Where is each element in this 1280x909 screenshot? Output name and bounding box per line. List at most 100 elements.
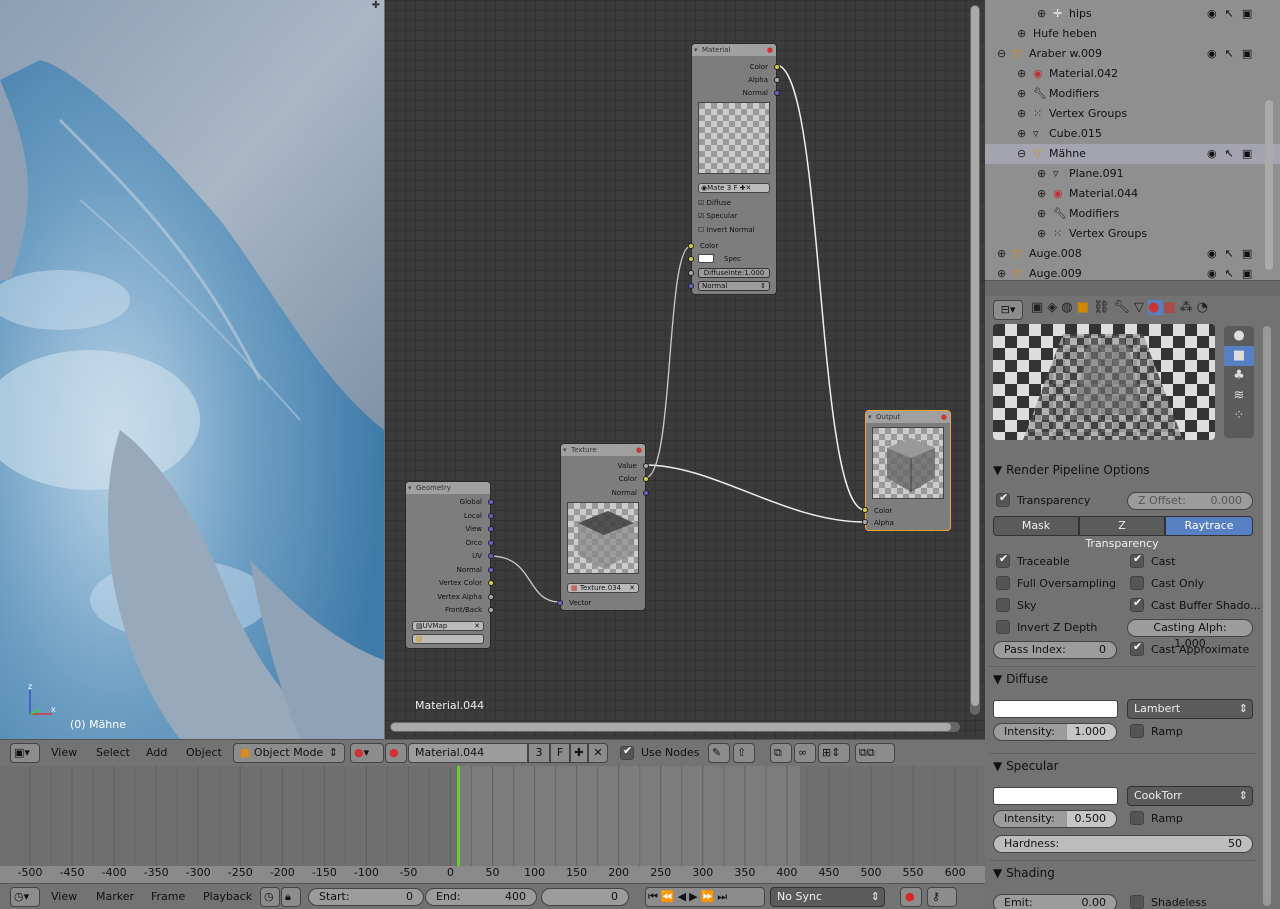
socket-dot[interactable]: [774, 90, 780, 96]
full-oversampling-checkbox[interactable]: [996, 576, 1010, 590]
playback-controls[interactable]: ⏮⏪◀▶⏩⏭: [645, 887, 765, 907]
shading-header[interactable]: ▼ Shading: [993, 863, 1259, 883]
fake-user-button[interactable]: F: [550, 743, 570, 763]
mode-z-transparency-button[interactable]: Z Transparency: [1079, 516, 1165, 550]
diffuse-color-swatch[interactable]: [993, 700, 1118, 718]
output-node[interactable]: Output ● Color Alpha: [862, 410, 951, 531]
material-node[interactable]: Material ● Color Alpha Normal ◉Mate 3 F …: [688, 43, 780, 295]
keying-button[interactable]: ⚷: [927, 887, 957, 907]
material-node-header[interactable]: Material: [692, 44, 776, 56]
visibility-toggles[interactable]: ◉↖▣: [1207, 244, 1260, 264]
uvmap-field[interactable]: ▧UVMap ✕: [412, 621, 484, 631]
cast-buffer-shadows-checkbox[interactable]: [1130, 596, 1144, 612]
users-count[interactable]: 3: [528, 743, 550, 763]
expand-toggle-icon[interactable]: ⊕: [1037, 4, 1046, 24]
expand-toggle-icon[interactable]: ⊕: [1017, 84, 1026, 104]
hardness-field[interactable]: Hardness: 50: [993, 835, 1253, 853]
marker-menu[interactable]: Marker: [96, 890, 134, 903]
socket-dot[interactable]: [488, 512, 494, 519]
frame-menu[interactable]: Frame: [151, 890, 185, 903]
socket-dot[interactable]: [688, 256, 694, 262]
outliner-row[interactable]: ⊕ ▽ Auge.008 ◉↖▣: [985, 244, 1280, 264]
texture-node[interactable]: Texture ● Value Color Normal ▦ Texture.0…: [557, 443, 649, 611]
specular-color-swatch[interactable]: [993, 787, 1118, 805]
editor-type-button[interactable]: ▣▾: [10, 743, 40, 763]
socket-dot[interactable]: [488, 526, 494, 532]
geometry-node[interactable]: Geometry Global Local View Orco UV Normal Vert…: [405, 481, 494, 649]
transparency-checkbox[interactable]: [996, 491, 1010, 507]
socket-dot[interactable]: [643, 463, 649, 469]
mode-raytrace-button[interactable]: Raytrace: [1165, 516, 1253, 536]
snap-element-dropdown[interactable]: ⊞⇕: [818, 743, 850, 763]
add-menu[interactable]: Add: [146, 746, 167, 759]
check-invert-normal[interactable]: ☐ Invert Normal: [698, 226, 755, 234]
diffuse-header[interactable]: ▼ Diffuse: [993, 669, 1259, 689]
spec-color-swatch[interactable]: [698, 254, 714, 263]
mode-mask-button[interactable]: Mask: [993, 516, 1079, 536]
socket-dot[interactable]: [643, 476, 649, 482]
expand-toggle-icon[interactable]: ⊕: [1017, 124, 1026, 144]
visibility-toggles[interactable]: ◉↖▣: [1207, 4, 1260, 24]
specular-intensity-field[interactable]: Intensity: 0.500: [993, 810, 1117, 828]
add-material-button[interactable]: ✚: [570, 743, 588, 763]
socket-dot[interactable]: [688, 283, 694, 289]
check-specular[interactable]: ☑ Specular: [698, 212, 737, 220]
current-frame-field[interactable]: 0: [541, 888, 629, 906]
view-menu[interactable]: View: [51, 746, 77, 759]
editor-type-button[interactable]: ⊟▾: [993, 300, 1023, 320]
outliner-row[interactable]: ⊕ ◉ Material.042: [985, 64, 1280, 84]
copy-paste-buttons[interactable]: ⧉⧉: [855, 743, 895, 763]
record-button[interactable]: ●: [900, 887, 922, 907]
check-diffuse[interactable]: ☑ Diffuse: [698, 199, 731, 207]
outliner-row[interactable]: ⊕ ▿ Cube.015: [985, 124, 1280, 144]
cast-approximate-checkbox[interactable]: [1130, 640, 1144, 656]
socket-dot[interactable]: [862, 519, 868, 525]
expand-toggle-icon[interactable]: ⊖: [1017, 144, 1026, 164]
vertical-scrollbar[interactable]: [970, 5, 980, 715]
invert-z-depth-checkbox[interactable]: [996, 620, 1010, 634]
socket-dot[interactable]: [688, 270, 694, 276]
diffuse-intensity-field[interactable]: DiffuseInte:1.000: [698, 268, 770, 278]
mode-dropdown[interactable]: ■ Object Mode ⇕: [233, 743, 345, 763]
timeline[interactable]: -500 -450 -400 -350 -300 -250 -200 -150 -100 -50 0…: [0, 766, 985, 883]
outliner-row[interactable]: ⊕ ⁙ Vertex Groups: [985, 224, 1280, 244]
shadeless-checkbox[interactable]: [1130, 895, 1144, 909]
outliner-row[interactable]: ⊕ 🔧︎ Modifiers: [985, 84, 1280, 104]
expand-toggle-icon[interactable]: ⊖: [997, 44, 1006, 64]
specular-shader-dropdown[interactable]: CookTorr ⇕: [1127, 786, 1253, 806]
geometry-node-header[interactable]: Geometry: [406, 482, 490, 494]
outliner-row[interactable]: ⊖ ▽ Araber w.009 ◉↖▣: [985, 44, 1280, 64]
expand-toggle-icon[interactable]: ⊕: [1017, 64, 1026, 84]
end-frame-field[interactable]: End: 400: [425, 888, 537, 906]
pass-index-field[interactable]: Pass Index: 0: [993, 641, 1117, 659]
socket-dot[interactable]: [488, 566, 494, 573]
area-split-handle[interactable]: ✚: [372, 0, 380, 11]
preview-type-column[interactable]: ● ■ ♣ ≋ ⁘: [1224, 326, 1254, 438]
properties-editor[interactable]: ⊟▾ ▣◈◍■⛓🔧︎▽●▦⁂◔ ● ■ ♣ ≋ ⁘ ▼ Render Pipeline …: [985, 296, 1280, 909]
visibility-toggles[interactable]: ◉↖▣: [1207, 264, 1260, 280]
clock-button[interactable]: ◷: [260, 887, 280, 907]
expand-toggle-icon[interactable]: ⊕: [1017, 104, 1026, 124]
outliner[interactable]: ⊕ ✛ hips ◉↖▣ ⊕ Hufe heben ⊖ ▽ Araber w.009 ◉↖▣ ⊕ ◉ M…: [985, 0, 1280, 280]
expand-toggle-icon[interactable]: ⊕: [1037, 164, 1046, 184]
socket-dot[interactable]: [488, 553, 494, 559]
outliner-row[interactable]: ⊕ ▿ Plane.091: [985, 164, 1280, 184]
socket-dot[interactable]: [488, 539, 494, 546]
render-pipeline-header[interactable]: ▼ Render Pipeline Options: [993, 460, 1259, 480]
z-offset-field[interactable]: Z Offset: 0.000: [1127, 492, 1253, 510]
texture-node-header[interactable]: Texture: [561, 444, 645, 456]
outliner-row[interactable]: ⊕ ◉ Material.044: [985, 184, 1280, 204]
pin-button[interactable]: ✎: [708, 743, 730, 763]
normal-dropdown[interactable]: Normal ⇕: [698, 281, 770, 291]
diffuse-ramp-checkbox[interactable]: [1130, 724, 1144, 738]
material-field[interactable]: ◉Mate 3 F ✚✕: [698, 183, 770, 193]
playback-menu[interactable]: Playback: [203, 890, 252, 903]
select-menu[interactable]: Select: [96, 746, 130, 759]
specular-header[interactable]: ▼ Specular: [993, 756, 1259, 776]
outliner-row[interactable]: ⊕ 🔧︎ Modifiers: [985, 204, 1280, 224]
outliner-row[interactable]: ⊕ ▽ Auge.009 ◉↖▣: [985, 264, 1280, 280]
diffuse-intensity-field[interactable]: Intensity: 1.000: [993, 723, 1117, 741]
socket-dot[interactable]: [488, 593, 494, 600]
lock-button[interactable]: 🔒︎: [281, 887, 301, 907]
outliner-row[interactable]: ⊕ Hufe heben: [985, 24, 1280, 44]
